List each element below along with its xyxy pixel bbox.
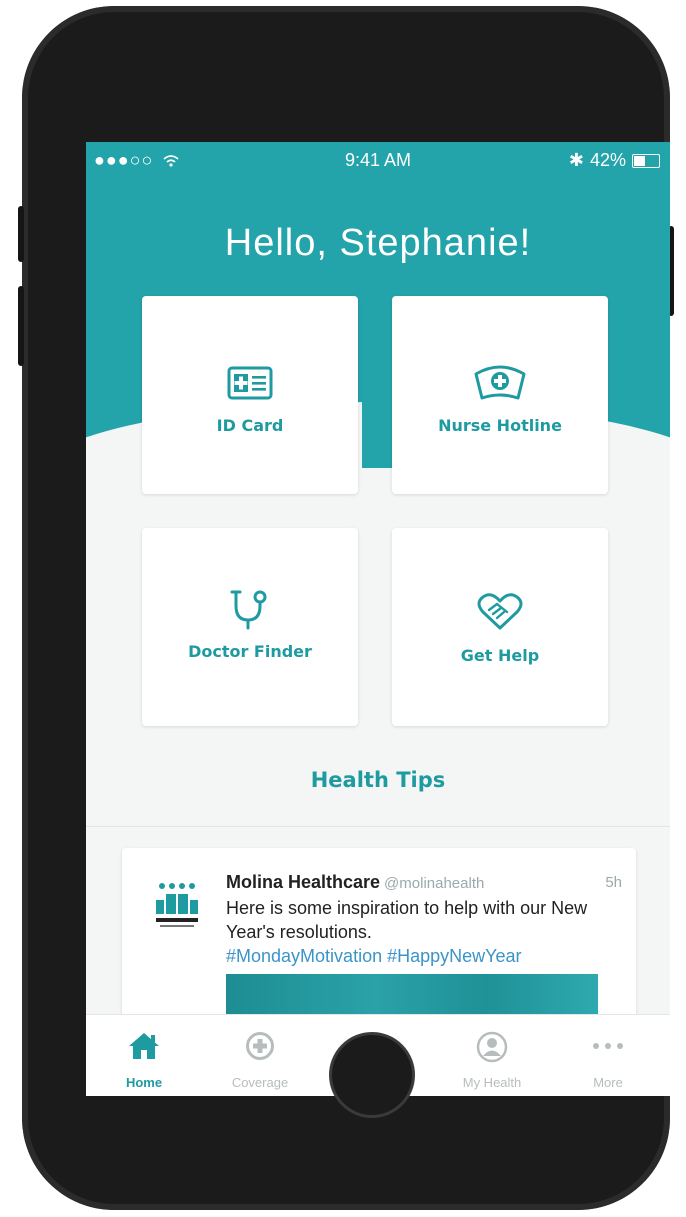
stethoscope-icon <box>230 590 267 630</box>
tab-my-health[interactable]: My Health <box>434 1015 550 1096</box>
battery-icon <box>632 153 660 168</box>
tab-coverage[interactable]: Coverage <box>202 1015 318 1096</box>
more-icon <box>593 1043 623 1049</box>
home-icon <box>129 1033 159 1059</box>
molina-logo-icon <box>156 883 198 927</box>
tab-more[interactable]: More <box>550 1015 666 1096</box>
plus-circle-icon <box>246 1032 274 1060</box>
bluetooth-icon: ✱ <box>568 150 584 170</box>
tab-my-health-label: My Health <box>462 1075 522 1090</box>
health-tips-title: Health Tips <box>310 768 446 792</box>
tweet-author[interactable]: Molina Healthcare @molinahealth <box>226 872 484 893</box>
battery-percent: 42% <box>589 150 626 170</box>
tab-coverage-label: Coverage <box>231 1075 289 1090</box>
battery-indicator: ✱ 42% <box>569 150 660 171</box>
tab-home[interactable]: Home <box>86 1015 202 1096</box>
id-card-label: ID Card <box>216 416 284 435</box>
id-card-icon <box>227 366 273 400</box>
header-bridge <box>362 402 394 468</box>
volume-button <box>18 286 24 366</box>
status-bar: ●●●○○ 9:41 AM ✱ 42% <box>86 148 670 178</box>
tweet-text: Here is some inspiration to help with ou… <box>226 898 588 966</box>
greeting-title: Hello, Stephanie! <box>224 222 532 264</box>
get-help-tile[interactable]: Get Help <box>392 528 608 726</box>
nurse-cap-icon <box>474 365 526 400</box>
nurse-hotline-tile[interactable]: Nurse Hotline <box>392 296 608 494</box>
app-screen: ●●●○○ 9:41 AM ✱ 42% Hello, Stephanie! ID… <box>86 142 670 1096</box>
tweet-time: 5h <box>605 874 622 891</box>
phone-frame: ●●●○○ 9:41 AM ✱ 42% Hello, Stephanie! ID… <box>18 6 674 1210</box>
doctor-finder-label: Doctor Finder <box>188 642 312 661</box>
tweet-handle: @molinahealth <box>384 875 485 892</box>
home-button[interactable] <box>329 1032 415 1118</box>
doctor-finder-tile[interactable]: Doctor Finder <box>142 528 358 726</box>
tweet-hashtags[interactable]: #MondayMotivation #HappyNewYear <box>226 946 522 966</box>
tab-home-label: Home <box>125 1075 163 1090</box>
mute-switch <box>18 206 24 262</box>
nurse-hotline-label: Nurse Hotline <box>438 416 562 435</box>
heart-handshake-icon <box>477 593 523 630</box>
id-card-tile[interactable]: ID Card <box>142 296 358 494</box>
tab-more-label: More <box>593 1075 623 1090</box>
person-circle-icon <box>476 1031 508 1063</box>
get-help-label: Get Help <box>460 646 540 665</box>
